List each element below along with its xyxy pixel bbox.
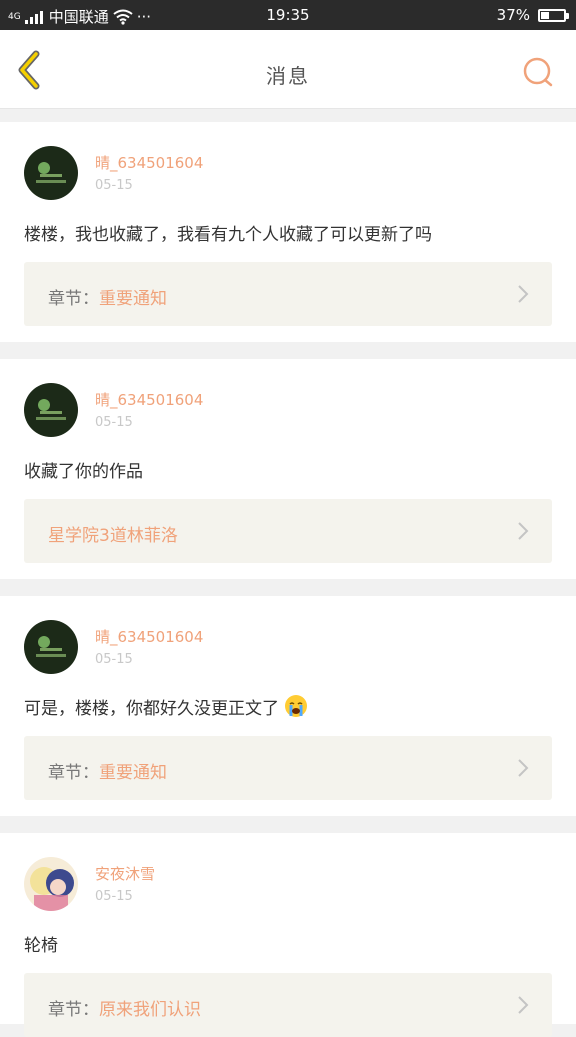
avatar[interactable] (24, 620, 78, 674)
nav-bar: 消息 (0, 30, 576, 109)
chapter-label: 章节： (48, 289, 99, 309)
page-title: 消息 (266, 64, 310, 88)
avatar[interactable] (24, 146, 78, 200)
message-content: 收藏了你的作品 (24, 462, 143, 482)
status-bar-right: 37% (496, 6, 569, 24)
message-date: 05-15 (95, 889, 133, 904)
message-date: 05-15 (95, 652, 133, 667)
message-content: 楼楼，我也收藏了，我看有九个人收藏了可以更新了吗 (24, 225, 432, 245)
chevron-right-icon (518, 996, 529, 1014)
chapter-link[interactable]: 章节：重要通知 (24, 736, 552, 800)
battery-icon (538, 8, 569, 22)
message-content: 可是，楼楼，你都好久没更正文了 (24, 699, 279, 719)
username[interactable]: 晴_634501604 (95, 626, 203, 647)
message-card[interactable]: 晴_634501604 05-15 楼楼，我也收藏了，我看有九个人收藏了可以更新… (0, 122, 576, 342)
message-card[interactable]: 安夜沐雪 05-15 轮椅 章节：原来我们认识 (0, 833, 576, 1037)
chapter-title: 星学院3道林菲洛 (48, 526, 178, 546)
search-icon (523, 57, 553, 87)
message-card[interactable]: 晴_634501604 05-15 收藏了你的作品 星学院3道林菲洛 (0, 359, 576, 579)
message-content-row: 可是，楼楼，你都好久没更正文了 (24, 694, 308, 719)
chapter-text: 星学院3道林菲洛 (48, 521, 178, 546)
search-button[interactable] (522, 56, 554, 88)
avatar[interactable] (24, 383, 78, 437)
chapter-link[interactable]: 章节：原来我们认识 (24, 973, 552, 1037)
chapter-label: 章节： (48, 1000, 99, 1020)
message-content: 轮椅 (24, 936, 58, 956)
chevron-right-icon (518, 759, 529, 777)
crying-face-icon (285, 695, 308, 717)
battery-percent: 37% (496, 6, 530, 24)
username[interactable]: 晴_634501604 (95, 152, 203, 173)
chevron-right-icon (518, 285, 529, 303)
message-date: 05-15 (95, 415, 133, 430)
chapter-title: 重要通知 (99, 289, 167, 309)
status-bar: 4G 中国联通 ··· 19:35 37% (0, 0, 576, 30)
chapter-title: 重要通知 (99, 763, 167, 783)
message-card[interactable]: 晴_634501604 05-15 可是，楼楼，你都好久没更正文了 章节：重要通… (0, 596, 576, 816)
username[interactable]: 安夜沐雪 (95, 863, 155, 884)
avatar[interactable] (24, 857, 78, 911)
chapter-label: 章节： (48, 763, 99, 783)
chevron-right-icon (518, 522, 529, 540)
message-date: 05-15 (95, 178, 133, 193)
chapter-link[interactable]: 星学院3道林菲洛 (24, 499, 552, 563)
status-time: 19:35 (266, 6, 310, 24)
chapter-link[interactable]: 章节：重要通知 (24, 262, 552, 326)
chapter-title: 原来我们认识 (99, 1000, 201, 1020)
username[interactable]: 晴_634501604 (95, 389, 203, 410)
chapter-text: 章节：重要通知 (48, 284, 167, 309)
chapter-text: 章节：重要通知 (48, 758, 167, 783)
chapter-text: 章节：原来我们认识 (48, 995, 201, 1020)
